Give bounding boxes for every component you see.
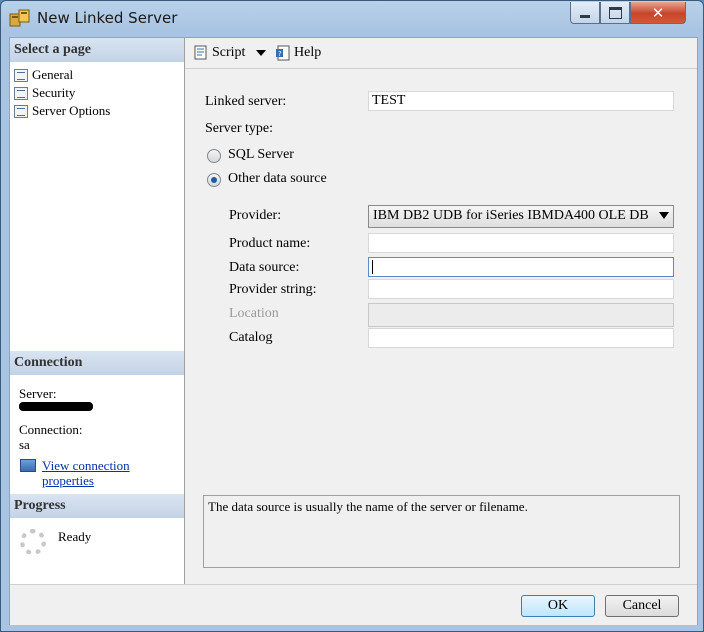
product-name-input[interactable] (368, 233, 674, 253)
minimize-button[interactable] (570, 2, 600, 24)
chevron-down-icon[interactable] (256, 50, 267, 56)
progress-header: Progress (10, 494, 184, 518)
text-caret (372, 259, 373, 274)
linked-server-label: Linked server: (205, 94, 287, 109)
connection-header: Connection (10, 351, 184, 375)
page-item-label: Security (32, 85, 76, 100)
view-connection-properties-link-line2[interactable]: properties (42, 473, 94, 489)
page-icon (14, 86, 28, 100)
provider-label: Provider: (229, 208, 282, 223)
page-icon (14, 68, 28, 82)
cancel-button[interactable]: Cancel (605, 595, 679, 617)
provider-string-label: Provider string: (229, 282, 317, 297)
help-icon: ? (276, 45, 290, 61)
help-label: Help (294, 45, 322, 60)
location-label: Location (229, 306, 279, 321)
select-page-header: Select a page (10, 38, 184, 62)
provider-string-input[interactable] (368, 279, 674, 299)
page-item-general[interactable]: General (14, 67, 73, 83)
linked-server-input[interactable]: TEST (368, 91, 674, 111)
dialog-window: New Linked Server ✕ Select a page Genera… (0, 0, 704, 632)
server-type-label: Server type: (205, 121, 274, 136)
connection-properties-icon (20, 459, 36, 472)
data-source-input[interactable] (368, 257, 674, 277)
location-input (368, 303, 674, 327)
title-bar[interactable]: New Linked Server ✕ (1, 1, 703, 35)
connection-value: sa (19, 437, 30, 452)
close-button[interactable]: ✕ (630, 2, 686, 24)
left-pane: Select a page General Security Server Op… (10, 38, 185, 584)
svg-text:?: ? (278, 50, 282, 58)
data-source-label: Data source: (229, 260, 300, 275)
redacted-server-name (19, 402, 93, 411)
script-label: Script (212, 45, 246, 60)
linked-server-icon (9, 9, 30, 27)
view-connection-properties-link[interactable]: View connection (42, 458, 130, 474)
dialog-client-area: Select a page General Security Server Op… (9, 37, 698, 625)
progress-spinner-icon (20, 529, 46, 555)
chevron-down-icon (659, 212, 669, 219)
connection-label: Connection: (19, 422, 83, 437)
dialog-footer: OK Cancel (10, 584, 697, 625)
sql-server-radio-label[interactable]: SQL Server (228, 147, 294, 163)
maximize-icon (608, 6, 622, 19)
page-item-server-options[interactable]: Server Options (14, 103, 110, 119)
description-box: The data source is usually the name of t… (203, 495, 680, 568)
maximize-button[interactable] (600, 2, 630, 24)
progress-status: Ready (58, 529, 92, 544)
product-name-label: Product name: (229, 236, 311, 251)
window-title: New Linked Server (37, 9, 178, 27)
toolbar: Script ? Help (185, 38, 697, 69)
script-icon (194, 45, 207, 60)
close-icon: ✕ (651, 3, 665, 22)
catalog-input[interactable] (368, 328, 674, 348)
page-icon (14, 104, 28, 118)
script-button[interactable]: Script (193, 45, 267, 61)
help-button[interactable]: ? Help (275, 45, 321, 61)
other-data-source-radio[interactable] (207, 173, 221, 187)
provider-dropdown[interactable]: IBM DB2 UDB for iSeries IBMDA400 OLE DB (368, 205, 674, 228)
sql-server-radio[interactable] (207, 149, 221, 163)
catalog-label: Catalog (229, 330, 273, 345)
ok-button[interactable]: OK (521, 595, 595, 617)
page-item-label: Server Options (32, 103, 111, 118)
server-label: Server: (19, 386, 57, 401)
page-item-security[interactable]: Security (14, 85, 75, 101)
other-data-source-radio-label[interactable]: Other data source (228, 171, 327, 187)
provider-selected-value: IBM DB2 UDB for iSeries IBMDA400 OLE DB (373, 208, 649, 223)
minimize-icon (580, 15, 590, 18)
page-item-label: General (32, 67, 74, 82)
